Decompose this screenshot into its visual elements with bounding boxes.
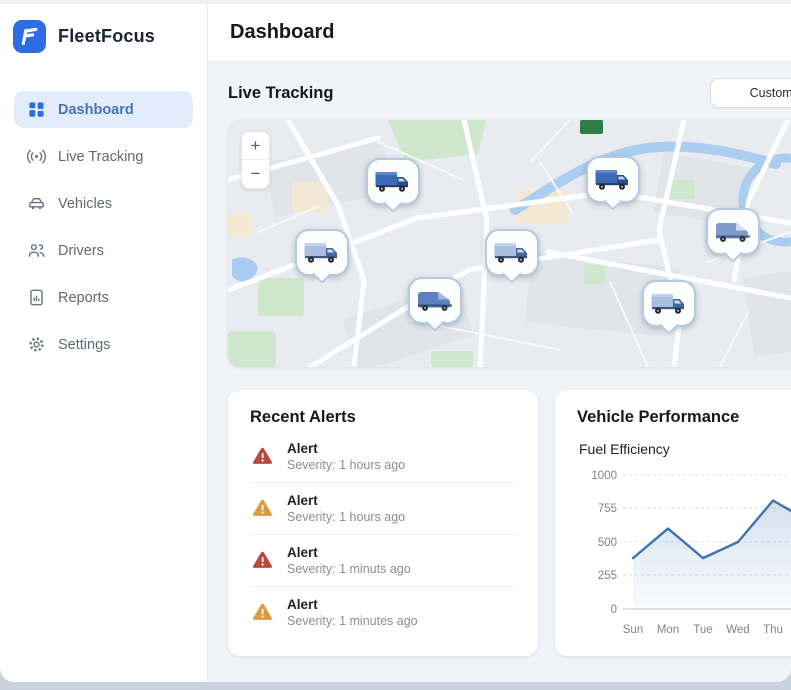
warning-triangle-icon	[252, 551, 273, 570]
gear-icon	[26, 335, 46, 355]
sidebar-item-reports[interactable]: Reports	[14, 279, 193, 316]
fuel-efficiency-chart-title: Fuel Efficiency	[579, 441, 791, 457]
brand-name: FleetFocus	[58, 26, 155, 47]
svg-text:500: 500	[598, 537, 617, 549]
live-tracking-title: Live Tracking	[228, 84, 333, 103]
map-zoom-out-button[interactable]: −	[242, 160, 269, 188]
vehicle-marker-truck-dark[interactable]	[366, 158, 420, 205]
sidebar-item-label: Reports	[58, 290, 109, 306]
window-top-edge	[0, 0, 791, 4]
content: Live Tracking Custom vehic	[208, 62, 791, 656]
live-tracking-header-row: Live Tracking Custom vehic	[228, 78, 791, 108]
alert-meta: Severity: 1 minutes ago	[287, 614, 418, 628]
sidebar-item-label: Live Tracking	[58, 149, 143, 165]
car-icon	[26, 194, 46, 214]
map-zoom-control: + −	[241, 131, 270, 189]
alert-item: Alert Severity: 1 minuts ago	[250, 534, 516, 586]
alert-item: Alert Severity: 1 hours ago	[250, 431, 516, 482]
alert-meta: Severity: 1 hours ago	[287, 458, 405, 472]
svg-text:255: 255	[598, 570, 617, 582]
vehicle-marker-truck-light[interactable]	[485, 229, 539, 276]
alert-title: Alert	[287, 597, 418, 612]
alert-list: Alert Severity: 1 hours ago Alert Severity:…	[250, 431, 516, 638]
svg-text:Tue: Tue	[693, 624, 712, 636]
sidebar-item-settings[interactable]: Settings	[14, 326, 193, 363]
vehicle-performance-title: Vehicle Performance	[577, 408, 791, 427]
broadcast-icon	[26, 147, 46, 167]
sidebar: FleetFocus Dashboard Live Tracking Vehicle…	[0, 4, 208, 682]
main-area: Dashboard Live Tracking Custom vehic	[208, 4, 791, 682]
alert-title: Alert	[287, 545, 411, 560]
sidebar-item-label: Dashboard	[58, 102, 134, 118]
vehicle-marker-truck-light[interactable]	[642, 280, 696, 327]
svg-text:Mon: Mon	[657, 624, 679, 636]
recent-alerts-title: Recent Alerts	[250, 408, 516, 427]
fuel-efficiency-chart: 0 255 500 755 1000 Sun Mon Tue Wed Thu	[577, 461, 791, 656]
svg-text:Sun: Sun	[623, 624, 643, 636]
custom-vehicle-button[interactable]: Custom vehic	[710, 78, 791, 108]
warning-triangle-icon	[252, 499, 273, 518]
vehicle-marker-van-dark[interactable]	[408, 277, 462, 324]
sidebar-nav: Dashboard Live Tracking Vehicles Drivers Rep…	[0, 91, 207, 363]
vehicle-marker-truck-light[interactable]	[295, 229, 349, 276]
warning-triangle-icon	[252, 603, 273, 622]
sidebar-item-live-tracking[interactable]: Live Tracking	[14, 138, 193, 175]
recent-alerts-card: Recent Alerts Alert Severity: 1 hours ago…	[228, 390, 538, 656]
fuel-efficiency-area-chart: 0 255 500 755 1000 Sun Mon Tue Wed Thu	[577, 461, 791, 651]
svg-text:1000: 1000	[591, 470, 617, 482]
vehicle-performance-card: Vehicle Performance Fuel Efficiency 0 255…	[555, 390, 791, 656]
alert-title: Alert	[287, 441, 405, 456]
live-tracking-map[interactable]: + −	[228, 120, 791, 367]
alert-meta: Severity: 1 hours ago	[287, 510, 405, 524]
warning-triangle-icon	[252, 447, 273, 466]
svg-text:0: 0	[611, 604, 617, 616]
sidebar-item-drivers[interactable]: Drivers	[14, 232, 193, 269]
sidebar-item-label: Settings	[58, 337, 110, 353]
alert-meta: Severity: 1 minuts ago	[287, 562, 411, 576]
sidebar-item-label: Vehicles	[58, 196, 112, 212]
dashboard-cards-row: Recent Alerts Alert Severity: 1 hours ago…	[228, 390, 791, 656]
vehicle-marker-truck-dark[interactable]	[586, 156, 640, 203]
alert-item: Alert Severity: 1 hours ago	[250, 482, 516, 534]
svg-text:755: 755	[598, 503, 617, 515]
people-icon	[26, 241, 46, 261]
app-window: FleetFocus Dashboard Live Tracking Vehicle…	[0, 4, 791, 682]
alert-title: Alert	[287, 493, 405, 508]
fleetfocus-logo-icon	[13, 20, 46, 53]
page-header: Dashboard	[208, 4, 791, 62]
alert-item: Alert Severity: 1 minutes ago	[250, 586, 516, 638]
sidebar-item-vehicles[interactable]: Vehicles	[14, 185, 193, 222]
svg-text:Thu: Thu	[763, 624, 783, 636]
report-icon	[26, 288, 46, 308]
dashboard-icon	[26, 100, 46, 120]
svg-text:Wed: Wed	[726, 624, 749, 636]
brand-header: FleetFocus	[0, 4, 207, 63]
sidebar-item-dashboard[interactable]: Dashboard	[14, 91, 193, 128]
page-title: Dashboard	[230, 21, 334, 44]
sidebar-item-label: Drivers	[58, 243, 104, 259]
vehicle-marker-van-light[interactable]	[706, 208, 760, 255]
map-zoom-in-button[interactable]: +	[242, 132, 269, 160]
